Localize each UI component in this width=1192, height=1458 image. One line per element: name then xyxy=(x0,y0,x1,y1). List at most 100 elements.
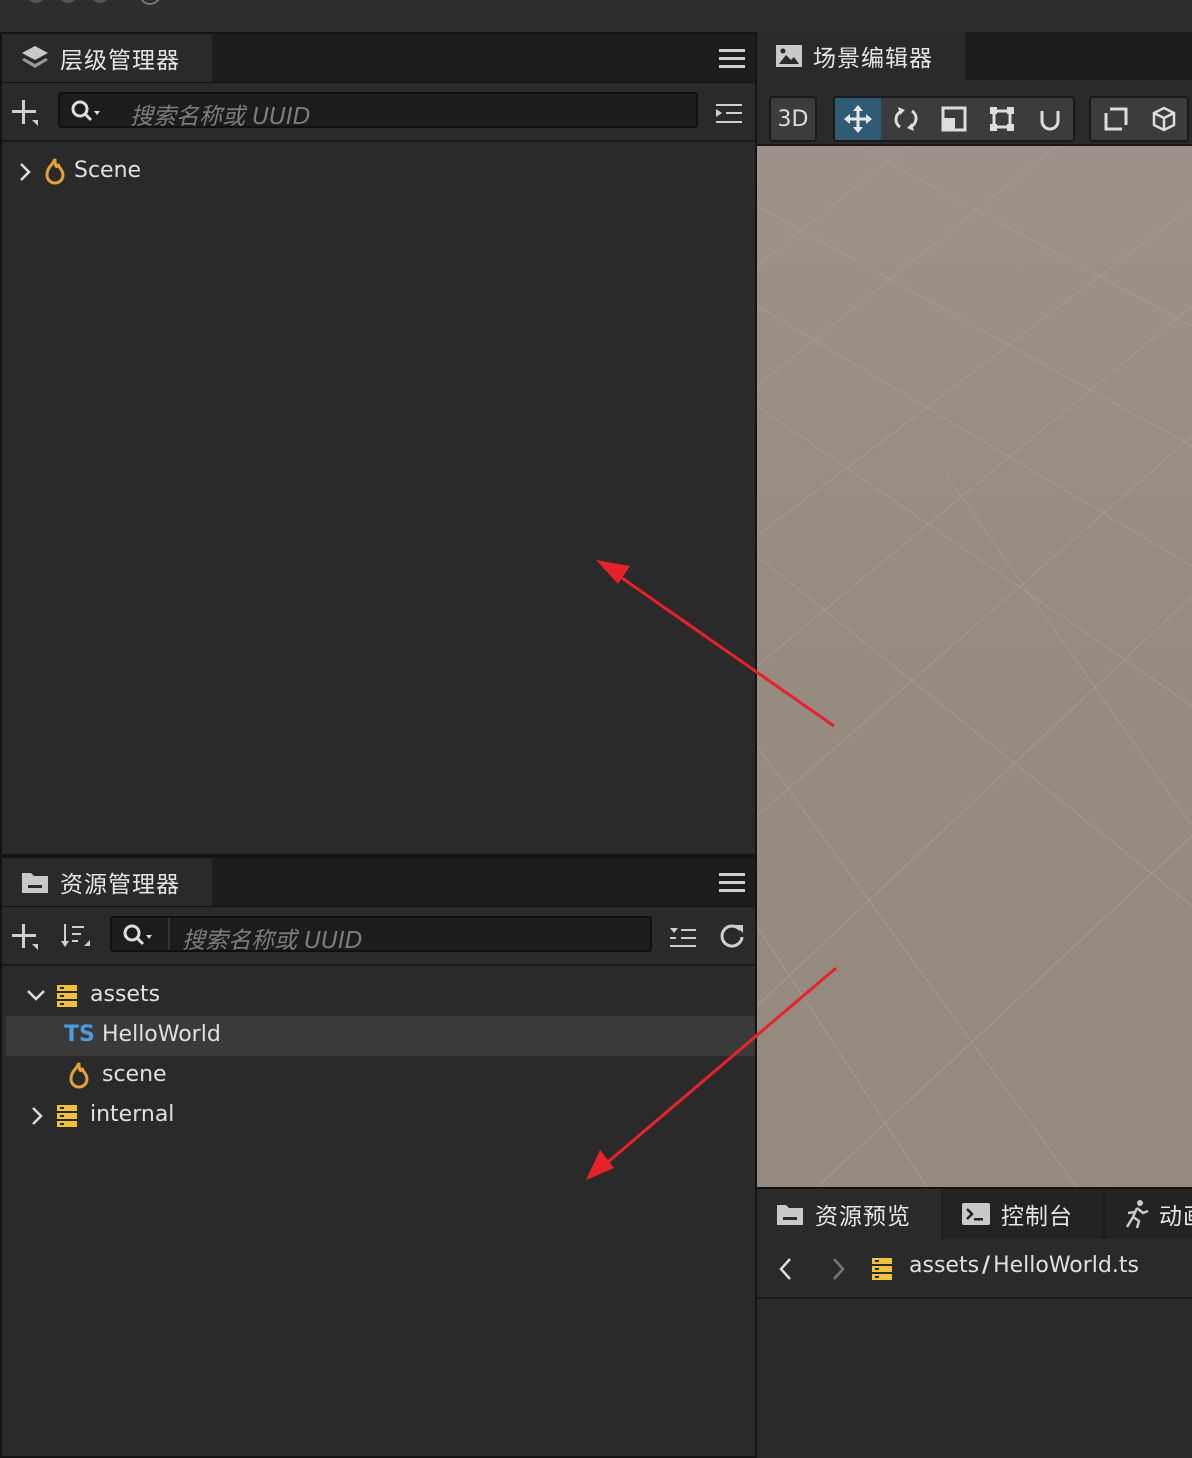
chevron-down-icon[interactable] xyxy=(26,988,46,1002)
scene-node-label: Scene xyxy=(74,158,142,183)
magnet-icon xyxy=(1040,111,1060,131)
preview-panel: 资源预览 控制台 动画 assets/HelloWorld.ts xyxy=(757,1187,1192,1458)
breadcrumb-separator: / xyxy=(982,1253,991,1278)
breadcrumb-file[interactable]: HelloWorld.ts xyxy=(993,1253,1139,1278)
tab-asset-preview[interactable]: 资源预览 xyxy=(757,1189,941,1239)
scale-icon xyxy=(941,106,967,132)
chevron-right-icon[interactable] xyxy=(30,1106,44,1126)
list-item[interactable]: internal xyxy=(2,1096,755,1136)
assets-toolbar: 搜索名称或 UUID xyxy=(2,906,755,966)
filter-button[interactable] xyxy=(670,926,698,950)
scene-icon xyxy=(66,1060,92,1090)
chevron-right-icon xyxy=(833,1258,845,1280)
sort-button[interactable] xyxy=(60,922,92,952)
scene-toolbar: 3D xyxy=(757,80,1192,146)
mode-3d-label: 3D xyxy=(777,106,809,132)
plus-icon xyxy=(12,100,38,126)
tab-scene-editor[interactable]: 场景编辑器 xyxy=(757,32,965,80)
hierarchy-tabbar: 层级管理器 xyxy=(2,34,755,83)
tab-animation[interactable]: 动画 xyxy=(1105,1189,1192,1239)
window-title-bar xyxy=(0,0,1192,33)
scene-editor-title: 场景编辑器 xyxy=(813,46,933,72)
tab-console[interactable]: 控制台 xyxy=(943,1189,1103,1239)
filter-icon xyxy=(670,928,696,947)
tab-animation-label: 动画 xyxy=(1159,1204,1192,1230)
folder-icon xyxy=(20,869,50,895)
scene-tabbar: 场景编辑器 xyxy=(757,32,1192,81)
gizmo-view-button[interactable] xyxy=(1141,96,1187,142)
assets-search-input[interactable]: 搜索名称或 UUID xyxy=(182,921,362,955)
hierarchy-search-input[interactable]: 搜索名称或 UUID xyxy=(130,97,310,131)
add-asset-button[interactable] xyxy=(10,922,40,952)
hierarchy-toolbar: 搜索名称或 UUID xyxy=(2,82,755,142)
plus-icon xyxy=(12,924,38,950)
search-divider xyxy=(168,918,170,950)
refresh-button[interactable] xyxy=(718,922,746,950)
sort-icon xyxy=(61,924,90,947)
scene-viewport[interactable] xyxy=(757,146,1192,1187)
chevron-left-icon xyxy=(779,1258,791,1280)
search-icon xyxy=(122,923,154,947)
image-icon xyxy=(775,44,803,68)
bottom-tabbar: 资源预览 控制台 动画 xyxy=(757,1189,1192,1239)
tab-assets[interactable]: 资源管理器 xyxy=(2,858,212,906)
hierarchy-panel: 层级管理器 搜索名称或 UUID Scene xyxy=(0,32,757,856)
hierarchy-search-box[interactable]: 搜索名称或 UUID xyxy=(58,92,698,131)
terminal-icon xyxy=(961,1202,991,1226)
breadcrumb: assets / HelloWorld.ts xyxy=(757,1241,1192,1299)
assets-panel: 资源管理器 搜索名称或 UUID assets TS HelloWorld sc… xyxy=(0,856,757,1458)
layers-icon xyxy=(20,43,50,73)
scene-editor-panel: 场景编辑器 3D xyxy=(757,32,1192,1187)
rect-view-button[interactable] xyxy=(1093,96,1139,142)
search-icon xyxy=(70,99,102,123)
hierarchy-menu-button[interactable] xyxy=(719,46,745,70)
tree-row[interactable]: Scene xyxy=(2,152,755,192)
view-tool-group xyxy=(1089,96,1189,142)
mode-3d-button[interactable]: 3D xyxy=(769,96,817,142)
move-tool-button[interactable] xyxy=(835,98,881,140)
menu-icon xyxy=(719,49,745,68)
refresh-icon xyxy=(720,924,744,948)
scene-icon xyxy=(42,156,68,186)
snap-tool-button[interactable] xyxy=(1027,98,1073,140)
scale-tool-button[interactable] xyxy=(931,98,977,140)
running-man-icon xyxy=(1123,1199,1151,1229)
rect-view-icon xyxy=(1104,107,1128,131)
list-item[interactable]: scene xyxy=(2,1056,755,1096)
tab-hierarchy[interactable]: 层级管理器 xyxy=(2,34,212,82)
db-folder-icon xyxy=(56,984,80,1010)
rect-icon xyxy=(990,107,1014,131)
asset-label: HelloWorld xyxy=(102,1022,221,1047)
asset-label: scene xyxy=(102,1062,167,1087)
back-button[interactable] xyxy=(777,1257,793,1281)
cube-icon xyxy=(1152,106,1176,132)
db-folder-icon xyxy=(871,1257,895,1283)
transform-tool-group xyxy=(833,96,1075,142)
breadcrumb-path: assets / HelloWorld.ts xyxy=(909,1253,1139,1278)
traffic-lights[interactable] xyxy=(24,0,164,6)
forward-button[interactable] xyxy=(831,1257,847,1281)
assets-tabbar: 资源管理器 xyxy=(2,858,755,907)
collapse-all-button[interactable] xyxy=(716,102,744,126)
hierarchy-title: 层级管理器 xyxy=(60,48,180,74)
assets-menu-button[interactable] xyxy=(719,870,745,894)
list-item-selected[interactable]: TS HelloWorld xyxy=(6,1016,755,1056)
asset-label: assets xyxy=(90,982,161,1007)
assets-search-box[interactable]: 搜索名称或 UUID xyxy=(110,916,652,955)
add-node-button[interactable] xyxy=(10,98,40,128)
rotate-tool-button[interactable] xyxy=(883,98,929,140)
assets-title: 资源管理器 xyxy=(60,872,180,898)
collapse-icon xyxy=(716,104,742,123)
tab-asset-preview-label: 资源预览 xyxy=(815,1204,911,1230)
typescript-icon: TS xyxy=(64,1022,95,1047)
tab-console-label: 控制台 xyxy=(1001,1204,1073,1230)
menu-icon xyxy=(719,873,745,892)
chevron-right-icon[interactable] xyxy=(18,162,32,182)
db-folder-icon xyxy=(56,1104,80,1130)
move-icon xyxy=(844,105,872,133)
rect-tool-button[interactable] xyxy=(979,98,1025,140)
rotate-icon xyxy=(894,107,918,131)
breadcrumb-folder[interactable]: assets xyxy=(909,1253,979,1278)
list-item[interactable]: assets xyxy=(2,976,755,1016)
asset-label: internal xyxy=(90,1102,175,1127)
